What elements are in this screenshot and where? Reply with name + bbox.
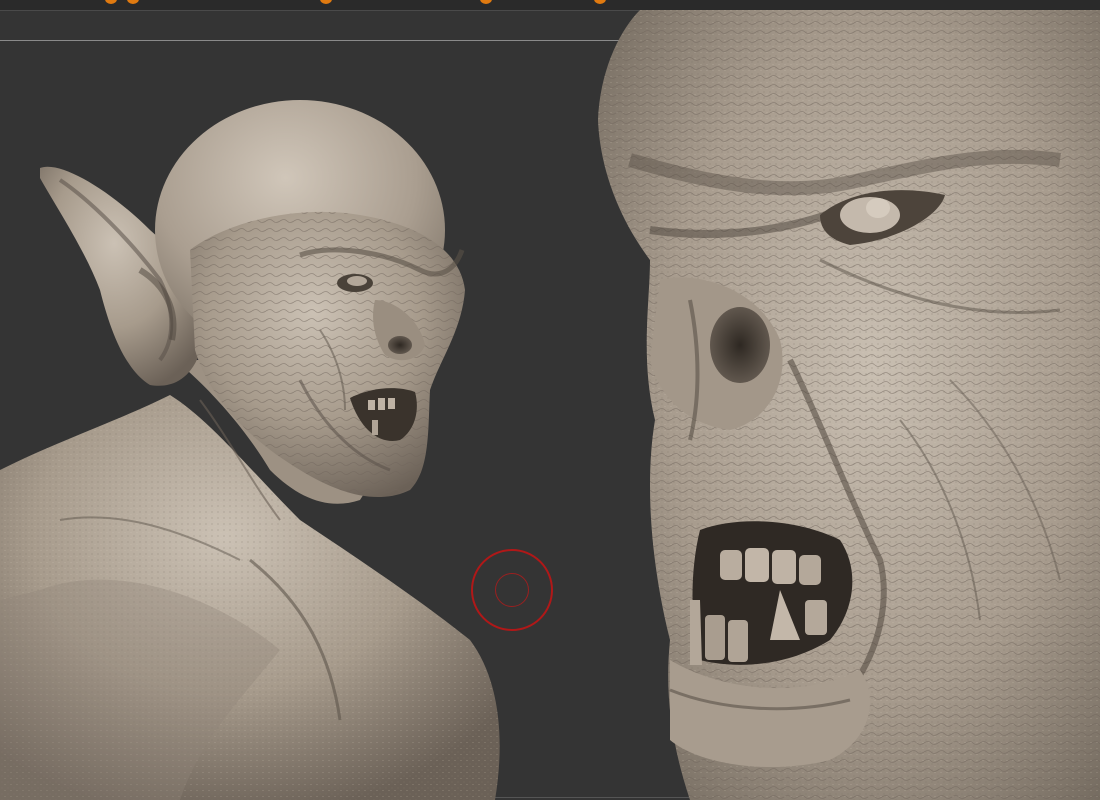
goblin-bust [0,100,500,800]
orc-face-closeup [598,10,1100,800]
sculpt-render [0,10,1100,800]
brush-focal-shift-ring [495,573,529,607]
sculpt-viewport[interactable] [0,0,1100,800]
brush-cursor[interactable] [471,549,553,631]
